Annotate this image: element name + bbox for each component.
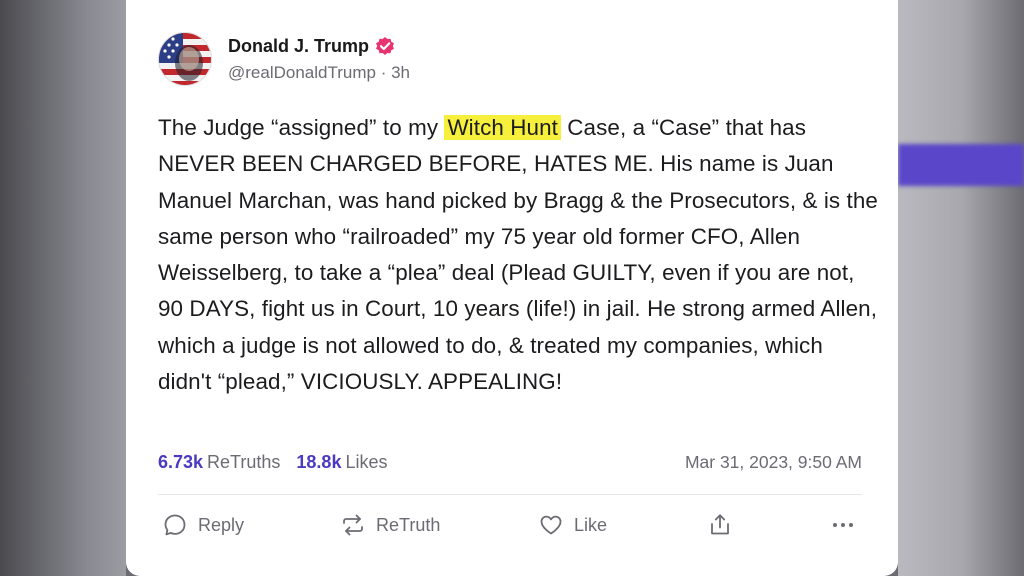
post-text-rest: Case, a “Case” that has NEVER BEEN CHARG…: [158, 115, 878, 395]
more-icon: [833, 523, 853, 527]
post-header: Donald J. Trump @realDonaldTrump · 3h: [158, 32, 410, 86]
post-body: The Judge “assigned” to my Witch Hunt Ca…: [158, 110, 878, 400]
author-handle[interactable]: @realDonaldTrump: [228, 63, 376, 82]
retruth-icon: [343, 514, 363, 536]
retruth-button[interactable]: ReTruth: [340, 508, 440, 542]
highlighted-phrase: Witch Hunt: [444, 115, 561, 140]
like-button[interactable]: Like: [538, 508, 607, 542]
likes-label[interactable]: Likes: [345, 452, 387, 473]
post-card: Donald J. Trump @realDonaldTrump · 3h Th…: [126, 0, 898, 576]
author-name[interactable]: Donald J. Trump: [228, 36, 369, 57]
retruths-count[interactable]: 6.73k: [158, 452, 203, 473]
reply-button[interactable]: Reply: [162, 508, 244, 542]
post-date: Mar 31, 2023, 9:50 AM: [684, 452, 862, 472]
share-icon: [711, 514, 729, 535]
reply-label: Reply: [198, 514, 245, 535]
heart-icon: [540, 515, 562, 535]
background-left: [0, 0, 126, 576]
meta-separator: ·: [375, 62, 392, 82]
more-button[interactable]: [830, 508, 856, 542]
blurred-sidebar-button: [898, 144, 1024, 186]
share-button[interactable]: [707, 508, 733, 542]
action-bar: Reply ReTruth Like: [162, 508, 862, 542]
likes-count[interactable]: 18.8k: [296, 452, 341, 473]
post-stats: 6.73k ReTruths 18.8k Likes Mar 31, 2023,…: [158, 452, 862, 473]
retruths-label[interactable]: ReTruths: [207, 452, 280, 473]
post-time[interactable]: 3h: [391, 63, 410, 82]
retruth-label: ReTruth: [376, 514, 441, 535]
verified-badge-icon: [376, 37, 395, 55]
divider: [158, 494, 862, 495]
reply-icon: [164, 514, 186, 536]
background-right: [898, 0, 1024, 576]
like-label: Like: [574, 514, 608, 535]
avatar[interactable]: [158, 32, 212, 86]
post-text-start: The Judge “assigned” to my: [158, 115, 445, 140]
